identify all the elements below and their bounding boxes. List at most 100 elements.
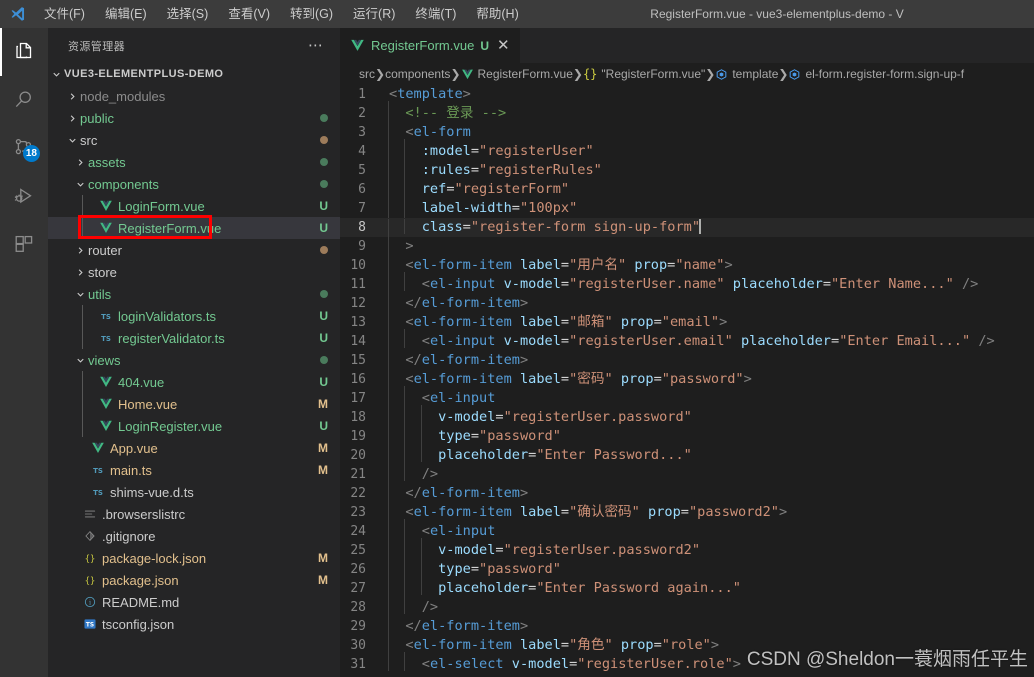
menu-bar[interactable]: 文件(F) 编辑(E) 选择(S) 查看(V) 转到(G) 运行(R) 终端(T… [34, 1, 529, 27]
tree-item-registerform-vue[interactable]: RegisterForm.vue U [48, 217, 340, 239]
tree-item-registervalidator-ts[interactable]: TS registerValidator.ts U [48, 327, 340, 349]
activitybar-item-extensions[interactable] [0, 220, 48, 268]
code-line[interactable]: 1 <template> [340, 85, 1034, 104]
tree-item-views[interactable]: views [48, 349, 340, 371]
code-line[interactable]: 29 </el-form-item> [340, 614, 1034, 636]
tree-item-loginform-vue[interactable]: LoginForm.vue U [48, 195, 340, 217]
tree-root-folder[interactable]: VUE3-ELEMENTPLUS-DEMO [48, 63, 340, 85]
tree-item-components[interactable]: components [48, 173, 340, 195]
menu-item-go[interactable]: 转到(G) [280, 1, 343, 27]
activitybar-item-explorer[interactable] [0, 28, 48, 76]
activitybar-item-source-control[interactable]: 18 [0, 124, 48, 172]
tree-item-node-modules[interactable]: node_modules [48, 85, 340, 107]
tree-item-gitignore[interactable]: .gitignore [48, 525, 340, 547]
code-token-tag: el-input [429, 333, 496, 349]
tree-item-loginregister-vue[interactable]: LoginRegister.vue U [48, 415, 340, 437]
code-line[interactable]: 6 ref="registerForm" [340, 177, 1034, 199]
breadcrumb-item[interactable]: template [715, 67, 778, 81]
code-line[interactable]: 19 type="password" [340, 424, 1034, 446]
tree-item-browserslistrc[interactable]: .browserslistrc [48, 503, 340, 525]
code-line[interactable]: 7 label-width="100px" [340, 196, 1034, 218]
code-content[interactable]: 1 <template> 2 <!-- 登录 --> 3 <el-form 4 :mod… [340, 85, 1034, 674]
tree-item-src[interactable]: src [48, 129, 340, 151]
tree-item-router[interactable]: router [48, 239, 340, 261]
breadcrumb-item[interactable]: components [385, 67, 450, 81]
tree-item-tsconfig-json[interactable]: TS tsconfig.json [48, 613, 340, 635]
breadcrumb[interactable]: src ❯ components ❯ RegisterForm.vue ❯{} "Regis… [340, 63, 1034, 85]
code-line[interactable]: 23 <el-form-item label="确认密码" prop="pass… [340, 500, 1034, 522]
code-line[interactable]: 22 </el-form-item> [340, 481, 1034, 503]
code-line[interactable]: 27 placeholder="Enter Password again..." [340, 576, 1034, 598]
code-line[interactable]: 13 <el-form-item label="邮箱" prop="email"… [340, 310, 1034, 332]
menu-item-help[interactable]: 帮助(H) [466, 1, 528, 27]
activitybar-item-run-and-debug[interactable] [0, 172, 48, 220]
code-line[interactable]: 10 <el-form-item label="用户名" prop="name"… [340, 253, 1034, 275]
code-token-str: "100px" [519, 200, 578, 216]
file-tree[interactable]: VUE3-ELEMENTPLUS-DEMO node_modules public… [48, 63, 340, 677]
menu-item-file[interactable]: 文件(F) [34, 1, 95, 27]
chevron-right-icon[interactable] [64, 91, 80, 102]
close-icon[interactable]: ✕ [495, 38, 512, 53]
tree-item-assets[interactable]: assets [48, 151, 340, 173]
tree-item-public[interactable]: public [48, 107, 340, 129]
tree-item-package-lock-json[interactable]: {} package-lock.json M [48, 547, 340, 569]
code-line[interactable]: 8 class="register-form sign-up-form" [340, 215, 1034, 237]
tree-item-loginvalidators-ts[interactable]: TS loginValidators.ts U [48, 305, 340, 327]
code-line[interactable]: 12 </el-form-item> [340, 291, 1034, 313]
tree-item-shims-vue-d-ts[interactable]: TS shims-vue.d.ts [48, 481, 340, 503]
tree-item-store[interactable]: store [48, 261, 340, 283]
chevron-right-icon[interactable] [72, 245, 88, 256]
code-line[interactable]: 18 v-model="registerUser.password" [340, 405, 1034, 427]
tree-item-app-vue[interactable]: App.vue M [48, 437, 340, 459]
menu-item-run[interactable]: 运行(R) [343, 1, 405, 27]
menu-item-view[interactable]: 查看(V) [218, 1, 280, 27]
code-line[interactable]: 4 :model="registerUser" [340, 139, 1034, 161]
tree-item-404-vue[interactable]: 404.vue U [48, 371, 340, 393]
tree-item-utils[interactable]: utils [48, 283, 340, 305]
code-line[interactable]: 20 placeholder="Enter Password..." [340, 443, 1034, 465]
menu-item-selection[interactable]: 选择(S) [157, 1, 219, 27]
code-token-punct: > [724, 257, 733, 273]
code-line[interactable]: 15 </el-form-item> [340, 348, 1034, 370]
chevron-right-icon[interactable] [72, 157, 88, 168]
tree-item-package-json[interactable]: {} package.json M [48, 569, 340, 591]
editor-tab-registerform[interactable]: RegisterForm.vue U ✕ [340, 28, 521, 63]
chevron-right-icon[interactable] [64, 113, 80, 124]
tree-item-readme-md[interactable]: i README.md [48, 591, 340, 613]
more-actions-icon[interactable]: ⋯ [308, 38, 332, 53]
line-number: 2 [358, 106, 366, 121]
menu-item-terminal[interactable]: 终端(T) [405, 1, 466, 27]
tree-item-main-ts[interactable]: TS main.ts M [48, 459, 340, 481]
sidebar-title: 资源管理器 [68, 40, 125, 53]
activitybar-item-search[interactable] [0, 76, 48, 124]
code-line[interactable]: 11 <el-input v-model="registerUser.name"… [340, 272, 1034, 294]
tree-item-label: registerValidator.ts [118, 330, 225, 346]
chevron-down-icon[interactable] [64, 135, 80, 146]
chevron-down-icon[interactable] [72, 289, 88, 300]
breadcrumb-item[interactable]: src [359, 67, 375, 81]
code-line[interactable]: 24 <el-input [340, 519, 1034, 541]
code-line[interactable]: 21 /> [340, 462, 1034, 484]
breadcrumb-item[interactable]: RegisterForm.vue [461, 67, 573, 81]
menu-item-edit[interactable]: 编辑(E) [95, 1, 157, 27]
chevron-down-icon[interactable] [72, 179, 88, 190]
code-line[interactable]: 17 <el-input [340, 386, 1034, 408]
code-line[interactable]: 5 :rules="registerRules" [340, 158, 1034, 180]
code-line[interactable]: 28 /> [340, 595, 1034, 617]
code-line[interactable]: 26 type="password" [340, 557, 1034, 579]
breadcrumb-item[interactable]: {} "RegisterForm.vue" [583, 67, 705, 81]
code-line[interactable]: 3 <el-form [340, 120, 1034, 142]
code-line[interactable]: 9 > [340, 234, 1034, 256]
chevron-down-icon[interactable] [72, 355, 88, 366]
breadcrumb-item[interactable]: el-form.register-form.sign-up-f [788, 67, 964, 81]
code-line[interactable]: 16 <el-form-item label="密码" prop="passwo… [340, 367, 1034, 389]
code-editor[interactable]: 1 <template> 2 <!-- 登录 --> 3 <el-form 4 :mod… [340, 85, 1034, 677]
code-line[interactable]: 2 <!-- 登录 --> [340, 101, 1034, 123]
tree-item-label: main.ts [110, 462, 152, 478]
tree-item-home-vue[interactable]: Home.vue M [48, 393, 340, 415]
code-line[interactable]: 25 v-model="registerUser.password2" [340, 538, 1034, 560]
code-token-attr: v-model [438, 542, 496, 558]
chevron-right-icon[interactable] [72, 267, 88, 278]
code-line[interactable]: 14 <el-input v-model="registerUser.email… [340, 329, 1034, 351]
